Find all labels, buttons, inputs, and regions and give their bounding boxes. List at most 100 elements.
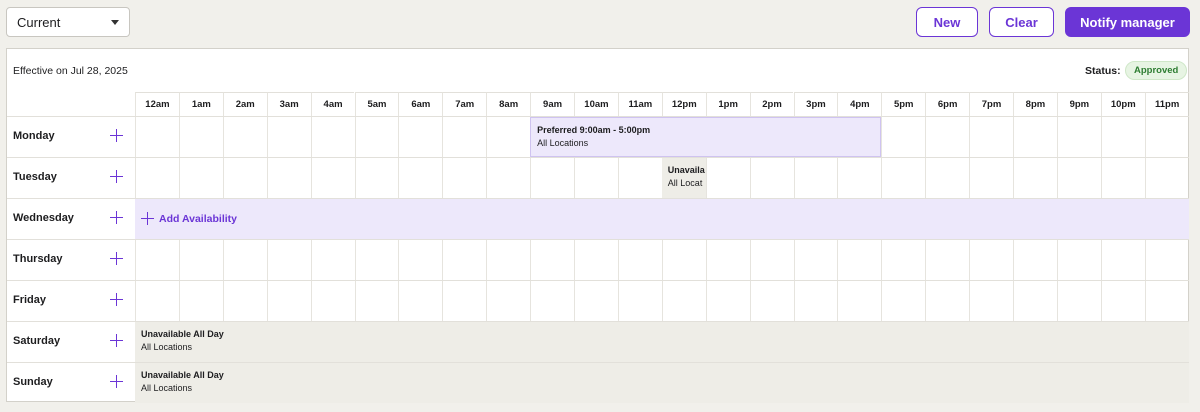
hour-cell[interactable] <box>969 158 1013 198</box>
unavailable-block[interactable]: Unavailable All Day All Locations <box>135 363 1189 403</box>
hour-cell[interactable] <box>661 240 706 280</box>
hour-cell[interactable] <box>1056 240 1101 280</box>
hour-cell[interactable] <box>881 281 925 321</box>
hour-cell[interactable] <box>1144 158 1189 198</box>
hour-cell[interactable] <box>398 281 442 321</box>
hour-cell[interactable] <box>135 158 179 198</box>
period-select[interactable]: Current <box>6 7 130 37</box>
hour-cell[interactable] <box>749 281 794 321</box>
hour-cell[interactable] <box>530 158 574 198</box>
hour-cell[interactable] <box>486 117 530 157</box>
hour-cell[interactable] <box>837 240 881 280</box>
hour-cell[interactable] <box>1013 240 1057 280</box>
hour-cell[interactable] <box>574 240 618 280</box>
hour-cell[interactable] <box>617 158 662 198</box>
hour-cell[interactable] <box>925 117 969 157</box>
hour-cell[interactable] <box>442 158 486 198</box>
hour-cell[interactable] <box>705 281 750 321</box>
hour-cell[interactable] <box>310 240 355 280</box>
hour-cell[interactable] <box>398 117 442 157</box>
new-button[interactable]: New <box>916 7 978 37</box>
hour-cell[interactable] <box>881 158 925 198</box>
hour-cell[interactable] <box>442 281 486 321</box>
hour-cell[interactable] <box>354 117 399 157</box>
hour-cell[interactable] <box>1013 281 1057 321</box>
hour-cell[interactable] <box>793 158 838 198</box>
hour-cell[interactable] <box>793 281 838 321</box>
hour-cell[interactable] <box>222 281 267 321</box>
hour-cell[interactable] <box>486 240 530 280</box>
hour-cell[interactable] <box>178 117 223 157</box>
hour-cell[interactable] <box>266 158 311 198</box>
notify-manager-button[interactable]: Notify manager <box>1065 7 1190 37</box>
hour-cell[interactable] <box>1100 117 1145 157</box>
hour-cell[interactable] <box>135 240 179 280</box>
hour-cell[interactable] <box>530 240 574 280</box>
hour-cell[interactable] <box>837 158 881 198</box>
hour-cell[interactable] <box>617 281 662 321</box>
hour-cell[interactable] <box>925 281 969 321</box>
hour-cell[interactable] <box>266 281 311 321</box>
hour-cell[interactable] <box>1100 240 1145 280</box>
hour-cell[interactable] <box>969 281 1013 321</box>
hour-cell[interactable] <box>837 281 881 321</box>
hour-cell[interactable] <box>1144 281 1189 321</box>
hour-cell[interactable] <box>135 281 179 321</box>
hour-cell[interactable] <box>1056 117 1101 157</box>
hour-cell[interactable] <box>486 281 530 321</box>
plus-icon[interactable] <box>110 252 123 265</box>
hour-cell[interactable] <box>793 240 838 280</box>
hour-cell[interactable] <box>222 158 267 198</box>
hour-cell[interactable] <box>530 281 574 321</box>
hour-cell[interactable] <box>749 158 794 198</box>
hour-cell[interactable] <box>354 240 399 280</box>
hour-cell[interactable] <box>222 117 267 157</box>
hour-cell[interactable] <box>574 158 618 198</box>
hour-cell[interactable] <box>310 158 355 198</box>
hour-cell[interactable] <box>266 117 311 157</box>
hour-cell[interactable] <box>661 281 706 321</box>
hour-cell[interactable] <box>1144 117 1189 157</box>
hour-cell[interactable] <box>486 158 530 198</box>
hour-cell[interactable] <box>1013 117 1057 157</box>
hour-cell[interactable] <box>881 117 925 157</box>
hour-cell[interactable] <box>881 240 925 280</box>
hour-cell[interactable] <box>354 281 399 321</box>
unavailable-block[interactable]: Unavailable All Day All Locations <box>135 322 1189 362</box>
hour-cell[interactable] <box>1056 281 1101 321</box>
hour-cell[interactable] <box>1056 158 1101 198</box>
plus-icon[interactable] <box>110 375 123 388</box>
hour-cell[interactable] <box>969 117 1013 157</box>
preferred-block[interactable]: Preferred 9:00am - 5:00pm All Locations <box>530 117 882 157</box>
hour-cell[interactable] <box>1100 281 1145 321</box>
plus-icon[interactable] <box>110 334 123 347</box>
hour-cell[interactable] <box>442 117 486 157</box>
hour-cell[interactable] <box>178 158 223 198</box>
unavailable-block[interactable]: Unavaila All Locat <box>661 158 706 198</box>
hour-cell[interactable] <box>354 158 399 198</box>
hour-cell[interactable] <box>705 240 750 280</box>
hour-cell[interactable] <box>1144 240 1189 280</box>
hour-cell[interactable] <box>969 240 1013 280</box>
hour-cell[interactable] <box>1100 158 1145 198</box>
hour-cell[interactable] <box>310 281 355 321</box>
plus-icon[interactable] <box>110 293 123 306</box>
hour-cell[interactable] <box>574 281 618 321</box>
hour-cell[interactable] <box>705 158 750 198</box>
hour-cell[interactable] <box>178 281 223 321</box>
plus-icon[interactable] <box>110 211 123 224</box>
plus-icon[interactable] <box>110 170 123 183</box>
plus-icon[interactable] <box>110 129 123 142</box>
hour-cell[interactable] <box>178 240 223 280</box>
hour-cell[interactable] <box>266 240 311 280</box>
add-availability-button[interactable]: Add Availability <box>135 199 1189 239</box>
hour-cell[interactable] <box>398 158 442 198</box>
hour-cell[interactable] <box>617 240 662 280</box>
hour-cell[interactable] <box>135 117 179 157</box>
clear-button[interactable]: Clear <box>989 7 1054 37</box>
hour-cell[interactable] <box>749 240 794 280</box>
hour-cell[interactable] <box>925 240 969 280</box>
hour-cell[interactable] <box>310 117 355 157</box>
hour-cell[interactable] <box>1013 158 1057 198</box>
hour-cell[interactable] <box>442 240 486 280</box>
